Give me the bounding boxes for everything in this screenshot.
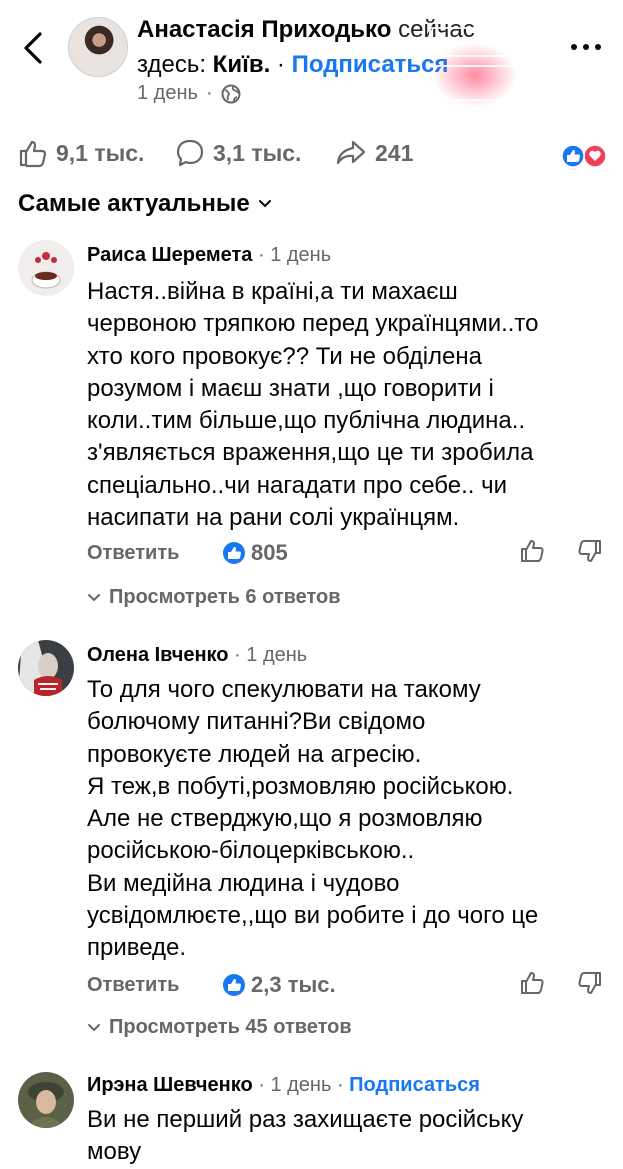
love-reaction-icon (583, 144, 607, 168)
comment-like-count[interactable]: 2,3 тыс. (222, 972, 336, 998)
post-author-line: Анастасія Приходько сейчас (137, 16, 475, 44)
more-dots-icon[interactable] (566, 36, 606, 58)
comment-avatar[interactable] (18, 640, 74, 696)
view-replies-label: Просмотреть 45 ответов (109, 1016, 352, 1038)
thumbs-up-icon[interactable] (519, 538, 545, 564)
view-replies-label: Просмотреть 6 ответов (109, 586, 341, 608)
post-location-line: здесь: Київ. · Подписаться (137, 51, 449, 79)
post-header: Анастасія Приходько сейчас здесь: Київ. … (0, 0, 623, 118)
location-name[interactable]: Київ. (213, 51, 271, 78)
share-icon (336, 140, 366, 165)
comment-author[interactable]: Олена Івченко (87, 644, 228, 666)
comment-text: Ви не перший раз захищаєте російську мов… (87, 1106, 524, 1166)
comment-sort-dropdown[interactable]: Самые актуальные (18, 190, 272, 218)
author-avatar[interactable] (68, 17, 128, 77)
comment-header: Раиса Шеремета · 1 день (87, 244, 331, 267)
post-time[interactable]: 1 день (137, 82, 198, 105)
like-count: 9,1 тыс. (56, 139, 145, 166)
comment-header: Олена Івченко · 1 день (87, 644, 307, 667)
subscribe-button[interactable]: Подписаться (349, 1074, 480, 1096)
comment-time[interactable]: · 1 день (258, 244, 331, 266)
comment-text: Настя..війна в країні,а ти махаєш червон… (87, 278, 539, 532)
view-replies-button[interactable]: Просмотреть 6 ответов (87, 586, 341, 609)
separator-dot: · (276, 51, 285, 78)
like-icon (19, 140, 47, 168)
comment-avatar[interactable] (18, 1072, 74, 1128)
comment-count-button[interactable]: 3,1 тыс. (175, 138, 301, 168)
sort-label: Самые актуальные (18, 190, 250, 217)
comment-time[interactable]: · 1 день · (258, 1074, 343, 1096)
share-count-button[interactable]: 241 (335, 138, 413, 168)
separator-dot: · (205, 82, 213, 104)
comment-like-value: 805 (251, 540, 288, 565)
post-author-name[interactable]: Анастасія Приходько (137, 16, 391, 43)
location-prefix: здесь: (137, 51, 206, 78)
chevron-down-icon (88, 1023, 100, 1031)
comment-like-count[interactable]: 805 (222, 540, 288, 566)
like-reaction-icon (223, 974, 245, 996)
reply-button[interactable]: Ответить (87, 542, 179, 565)
like-reaction-icon (561, 144, 585, 168)
reactions-bar: 9,1 тыс. 3,1 тыс. 241 (0, 130, 623, 178)
comment-icon (176, 139, 204, 167)
comment-actions: Ответить 805 (87, 540, 607, 572)
comment-count: 3,1 тыс. (213, 139, 302, 166)
like-count-button[interactable]: 9,1 тыс. (18, 138, 144, 168)
comment-avatar[interactable] (18, 240, 74, 296)
thumbs-down-icon[interactable] (577, 538, 603, 564)
globe-icon (221, 84, 241, 103)
comment-text: То для чого спекулювати на такому болючо… (87, 676, 539, 962)
reply-button[interactable]: Ответить (87, 974, 179, 997)
comment-actions: Ответить 2,3 тыс. (87, 972, 607, 1004)
share-count: 241 (375, 139, 414, 166)
view-replies-button[interactable]: Просмотреть 45 ответов (87, 1016, 352, 1039)
chevron-down-icon (88, 593, 100, 601)
post-author-suffix: сейчас (398, 16, 475, 43)
comment-like-value: 2,3 тыс. (251, 972, 336, 997)
post-timestamp: 1 день · (137, 82, 241, 105)
subscribe-button[interactable]: Подписаться (292, 51, 449, 78)
comment-author[interactable]: Ирэна Шевченко (87, 1074, 253, 1096)
thumbs-up-icon[interactable] (519, 970, 545, 996)
comment-author[interactable]: Раиса Шеремета (87, 244, 252, 266)
comment-time[interactable]: · 1 день (234, 644, 307, 666)
chevron-left-icon[interactable] (18, 30, 48, 66)
chevron-down-icon (258, 200, 271, 208)
reaction-summary[interactable] (560, 144, 608, 168)
thumbs-down-icon[interactable] (577, 970, 603, 996)
comment-header: Ирэна Шевченко · 1 день · Подписаться (87, 1074, 480, 1097)
like-reaction-icon (223, 542, 245, 564)
